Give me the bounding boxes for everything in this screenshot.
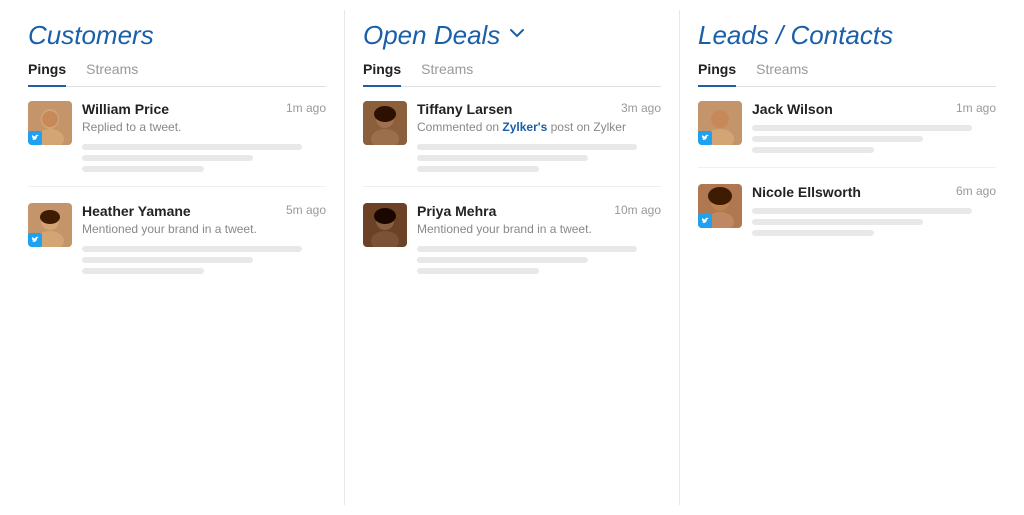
skeleton-lines (752, 208, 996, 236)
avatar (698, 184, 742, 228)
feed-time: 1m ago (286, 101, 326, 115)
avatar (363, 101, 407, 145)
feed-description: Commented on Zylker's post on Zylker (417, 119, 661, 136)
column-title-text: Leads / Contacts (698, 20, 893, 51)
feed-name: Heather Yamane (82, 203, 191, 219)
tab-pings[interactable]: Pings (28, 61, 66, 87)
column-title: Customers (28, 20, 326, 51)
feed-description: Mentioned your brand in a tweet. (417, 221, 661, 238)
column-1: Open Deals Pings Streams Tiffany Larsen 3m … (345, 10, 680, 505)
feed-name: Tiffany Larsen (417, 101, 512, 117)
feed-content: Heather Yamane 5m ago Mentioned your brand… (82, 203, 326, 274)
feed-item[interactable]: Tiffany Larsen 3m ago Commented on Zylker'… (363, 101, 661, 187)
feed-content: Tiffany Larsen 3m ago Commented on Zylker'… (417, 101, 661, 172)
skeleton-line (752, 219, 923, 225)
skeleton-line (82, 166, 204, 172)
column-title-text: Customers (28, 20, 154, 51)
skeleton-lines (417, 246, 661, 274)
skeleton-line (417, 155, 588, 161)
skeleton-line (752, 147, 874, 153)
feed-header: William Price 1m ago (82, 101, 326, 117)
feed-header: Tiffany Larsen 3m ago (417, 101, 661, 117)
feed-content: William Price 1m ago Replied to a tweet. (82, 101, 326, 172)
feed-item[interactable]: Jack Wilson 1m ago (698, 101, 996, 168)
skeleton-line (417, 144, 637, 150)
skeleton-line (82, 268, 204, 274)
skeleton-lines (82, 144, 326, 172)
tab-pings[interactable]: Pings (698, 61, 736, 87)
feed-content: Priya Mehra 10m ago Mentioned your brand i… (417, 203, 661, 274)
feed-name: William Price (82, 101, 169, 117)
skeleton-line (82, 144, 302, 150)
skeleton-lines (752, 125, 996, 153)
feed-time: 5m ago (286, 203, 326, 217)
tab-pings[interactable]: Pings (363, 61, 401, 87)
twitter-badge (28, 233, 42, 247)
skeleton-line (752, 136, 923, 142)
skeleton-line (752, 230, 874, 236)
feed-header: Nicole Ellsworth 6m ago (752, 184, 996, 200)
skeleton-lines (417, 144, 661, 172)
tabs: Pings Streams (28, 61, 326, 87)
skeleton-line (752, 208, 972, 214)
column-0: Customers Pings Streams William Price 1m ag… (10, 10, 345, 505)
feed-name: Jack Wilson (752, 101, 833, 117)
avatar (363, 203, 407, 247)
feed-time: 3m ago (621, 101, 661, 115)
skeleton-line (82, 257, 253, 263)
chevron-down-icon[interactable] (508, 24, 526, 47)
skeleton-lines (82, 246, 326, 274)
column-title-text: Open Deals (363, 20, 500, 51)
avatar (28, 203, 72, 247)
tab-streams[interactable]: Streams (86, 61, 138, 87)
feed-header: Jack Wilson 1m ago (752, 101, 996, 117)
feed-description: Replied to a tweet. (82, 119, 326, 136)
tab-streams[interactable]: Streams (421, 61, 473, 87)
feed-name: Priya Mehra (417, 203, 496, 219)
twitter-badge (28, 131, 42, 145)
feed-description: Mentioned your brand in a tweet. (82, 221, 326, 238)
feed-time: 1m ago (956, 101, 996, 115)
feed-content: Nicole Ellsworth 6m ago (752, 184, 996, 236)
feed-item[interactable]: William Price 1m ago Replied to a tweet. (28, 101, 326, 187)
feed-item[interactable]: Nicole Ellsworth 6m ago (698, 184, 996, 250)
tabs: Pings Streams (363, 61, 661, 87)
skeleton-line (417, 166, 539, 172)
skeleton-line (417, 257, 588, 263)
skeleton-line (417, 246, 637, 252)
column-title: Leads / Contacts (698, 20, 996, 51)
feed-time: 6m ago (956, 184, 996, 198)
skeleton-line (417, 268, 539, 274)
twitter-badge (698, 214, 712, 228)
column-2: Leads / Contacts Pings Streams Jack Wilson… (680, 10, 1014, 505)
feed-content: Jack Wilson 1m ago (752, 101, 996, 153)
columns-wrapper: Customers Pings Streams William Price 1m ag… (0, 10, 1024, 505)
skeleton-line (82, 246, 302, 252)
feed-header: Heather Yamane 5m ago (82, 203, 326, 219)
tab-streams[interactable]: Streams (756, 61, 808, 87)
avatar (28, 101, 72, 145)
twitter-badge (698, 131, 712, 145)
feed-time: 10m ago (614, 203, 661, 217)
feed-item[interactable]: Heather Yamane 5m ago Mentioned your brand… (28, 203, 326, 288)
feed-item[interactable]: Priya Mehra 10m ago Mentioned your brand i… (363, 203, 661, 288)
skeleton-line (752, 125, 972, 131)
column-title: Open Deals (363, 20, 661, 51)
avatar (698, 101, 742, 145)
tabs: Pings Streams (698, 61, 996, 87)
skeleton-line (82, 155, 253, 161)
feed-header: Priya Mehra 10m ago (417, 203, 661, 219)
feed-name: Nicole Ellsworth (752, 184, 861, 200)
